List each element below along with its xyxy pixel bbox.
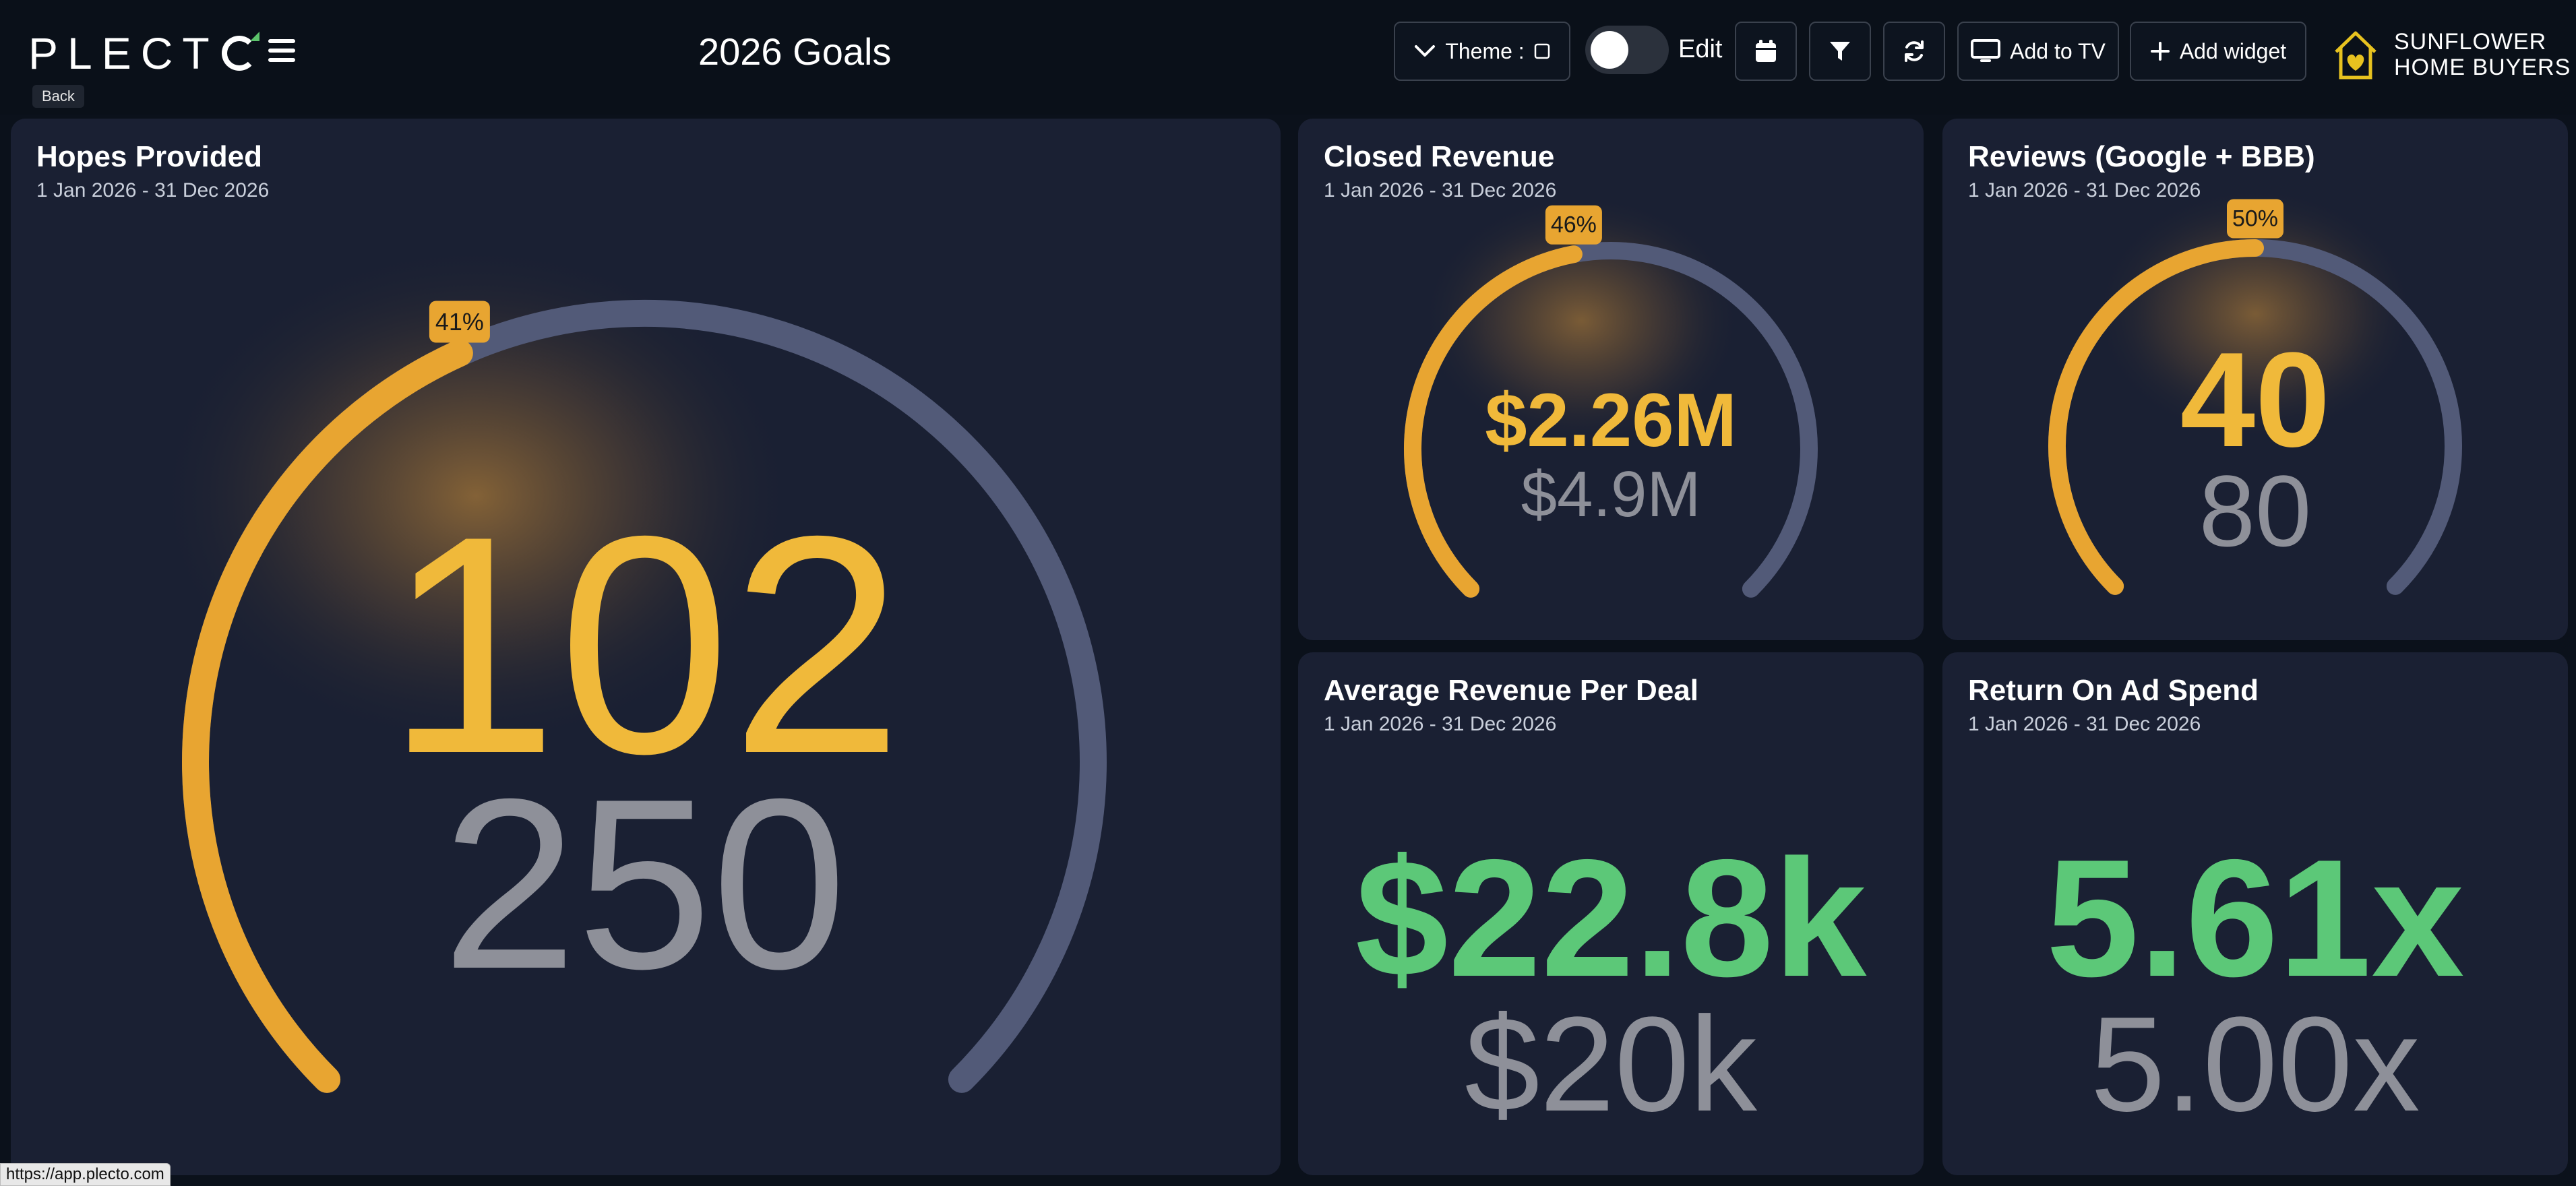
add-to-tv-button[interactable]: Add to TV <box>1957 22 2119 81</box>
kpi-value: 5.61x <box>2046 824 2465 1011</box>
kpi-target: 5.00x <box>2090 989 2420 1140</box>
browser-status-url: https://app.plecto.com <box>0 1163 171 1186</box>
widget-reviews[interactable]: Reviews (Google + BBB) 1 Jan 2026 - 31 D… <box>1942 119 2568 640</box>
gauge-target: 250 <box>442 749 847 1020</box>
add-widget-button[interactable]: Add widget <box>2130 22 2306 81</box>
gauge-percent-badge: 46% <box>1545 205 1602 245</box>
refresh-icon <box>1905 40 1924 62</box>
logo-o-icon <box>221 32 259 71</box>
edit-label: Edit <box>1678 35 1723 63</box>
gauge-hopes-provided: 41% 102 250 <box>152 240 1107 1093</box>
widget-average-revenue-per-deal[interactable]: Average Revenue Per Deal 1 Jan 2026 - 31… <box>1298 652 1924 1175</box>
gauge-closed-revenue: 46% $2.26M $4.9M <box>1404 193 1818 598</box>
calendar-icon <box>1756 40 1776 62</box>
brand-line-2: HOME BUYERS <box>2394 55 2571 80</box>
brand-line-1: SUNFLOWER <box>2394 29 2547 55</box>
hamburger-menu-icon[interactable] <box>268 39 295 62</box>
theme-label: Theme : <box>1445 38 1525 63</box>
dashboard-title: 2026 Goals <box>698 30 892 73</box>
plecto-logo[interactable]: PLECT <box>28 28 259 78</box>
number-widget-avg-revenue: $22.8k $20k <box>1355 824 1868 1140</box>
widget-return-on-ad-spend[interactable]: Return On Ad Spend 1 Jan 2026 - 31 Dec 2… <box>1942 652 2568 1175</box>
chevron-down-icon <box>1415 45 1436 57</box>
gauge-percent-badge: 50% <box>2227 199 2283 239</box>
plus-icon <box>2150 42 2170 61</box>
kpi-target: $20k <box>1465 989 1758 1140</box>
top-bar: PLECT Back 2026 Goals Theme : Edit Add t… <box>0 0 2576 115</box>
widget-closed-revenue[interactable]: Closed Revenue 1 Jan 2026 - 31 Dec 2026 … <box>1298 119 1924 640</box>
filter-icon <box>1830 42 1850 61</box>
refresh-button[interactable] <box>1883 22 1945 81</box>
kpi-value: $22.8k <box>1355 824 1868 1011</box>
theme-swatch-icon <box>1534 43 1550 59</box>
svg-text:50%: 50% <box>2232 206 2278 232</box>
edit-toggle-knob <box>1591 31 1628 69</box>
tv-icon <box>1971 39 2001 62</box>
edit-toggle[interactable] <box>1585 26 1669 74</box>
company-brand: SUNFLOWER HOME BUYERS <box>2332 26 2571 84</box>
filter-button[interactable] <box>1809 22 1871 81</box>
number-widget-roas: 5.61x 5.00x <box>2046 824 2465 1140</box>
gauge-reviews: 50% 40 80 <box>2048 186 2462 595</box>
house-heart-logo-icon <box>2335 31 2376 80</box>
gauge-percent-badge: 41% <box>429 301 490 343</box>
theme-button[interactable]: Theme : <box>1394 22 1570 81</box>
gauge-target: 80 <box>2199 454 2312 567</box>
svg-text:41%: 41% <box>435 308 484 336</box>
gauge-target: $4.9M <box>1521 458 1701 530</box>
widget-hopes-provided[interactable]: Hopes Provided 1 Jan 2026 - 31 Dec 2026 … <box>11 119 1281 1175</box>
gauge-value: $2.26M <box>1485 378 1737 462</box>
calendar-button[interactable] <box>1735 22 1797 81</box>
add-widget-label: Add widget <box>2179 38 2287 63</box>
logo-text: PLECT <box>28 28 219 78</box>
gauge-value: 40 <box>2180 325 2330 475</box>
svg-text:46%: 46% <box>1551 212 1597 238</box>
add-to-tv-label: Add to TV <box>2010 38 2106 63</box>
back-button[interactable]: Back <box>32 85 84 108</box>
